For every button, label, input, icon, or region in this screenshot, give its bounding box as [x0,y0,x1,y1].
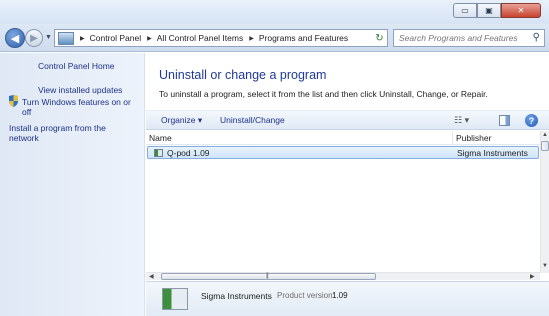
details-publisher: Sigma Instruments [201,291,272,301]
command-bar: Organize ▾ Uninstall/Change ☷ ▾ ? [146,110,549,130]
view-installed-updates-link[interactable]: View installed updates [38,85,122,95]
horizontal-scrollbar[interactable]: ◀ ||| ▶ [146,272,540,280]
program-large-icon [162,288,188,310]
list-header: Name Publisher [146,131,543,145]
details-version: 1.09 [332,291,348,300]
address-bar[interactable]: ▶ Control Panel ▶ All Control Panel Item… [54,29,388,47]
details-version-label: Product version: [277,291,335,300]
program-publisher: Sigma Instruments [457,148,528,158]
chevron-right-icon[interactable]: ▶ [147,35,152,42]
details-pane: Sigma Instruments Product version: 1.09 [146,281,549,316]
column-header-name[interactable]: Name [149,133,172,143]
forward-button[interactable]: ▶ [25,29,43,47]
column-divider[interactable] [452,131,453,145]
uninstall-change-button[interactable]: Uninstall/Change [220,115,285,125]
scroll-right-icon[interactable]: ▶ [530,273,535,280]
back-button[interactable]: ◀ [5,28,25,48]
program-name: Q-pod 1.09 [167,148,210,158]
grip-icon: ||| [266,273,269,279]
horizontal-scroll-thumb[interactable]: ||| [161,273,376,280]
breadcrumb-all-control-panel-items[interactable]: All Control Panel Items [157,33,243,43]
recent-pages-dropdown[interactable]: ▼ [45,34,52,41]
close-button[interactable]: ✕ [501,3,541,18]
preview-pane-icon[interactable] [499,115,510,126]
scroll-up-icon[interactable]: ▲ [542,132,548,138]
main-content: Uninstall or change a program To uninsta… [146,53,549,316]
breadcrumb-control-panel[interactable]: Control Panel [90,33,142,43]
maximize-button[interactable]: ▣ [477,3,501,18]
chevron-right-icon: ▶ [80,35,85,42]
program-icon [154,149,163,157]
turn-windows-features-link[interactable]: Turn Windows features on or off [22,97,140,117]
table-row[interactable]: Q-pod 1.09 Sigma Instruments [147,146,539,159]
title-bar: ▭ ▣ ✕ [0,0,549,24]
change-view-icon[interactable]: ☷ ▾ [454,115,469,126]
refresh-button[interactable]: ↻ [372,29,388,47]
control-panel-home-link[interactable]: Control Panel Home [38,61,115,71]
install-from-network-link[interactable]: Install a program from the network [9,123,127,143]
refresh-icon: ↻ [375,32,384,44]
caption-buttons: ▭ ▣ ✕ [453,3,541,18]
control-panel-icon [58,31,74,45]
organize-menu[interactable]: Organize ▾ [161,115,202,126]
page-title: Uninstall or change a program [159,68,327,82]
breadcrumb-programs-and-features[interactable]: Programs and Features [259,33,348,43]
scroll-left-icon[interactable]: ◀ [149,273,154,280]
forward-arrow-icon: ▶ [30,32,38,44]
search-icon[interactable]: ⚲ [533,32,540,43]
vertical-scrollbar[interactable]: ▲ ▼ [540,131,549,273]
scroll-down-icon[interactable]: ▼ [542,263,548,269]
chevron-right-icon[interactable]: ▶ [249,35,254,42]
help-icon[interactable]: ? [525,114,538,127]
uac-shield-icon [9,95,18,107]
search-input[interactable] [399,33,524,43]
back-arrow-icon: ◀ [10,32,20,45]
page-description: To uninstall a program, select it from t… [159,89,488,99]
left-task-pane: Control Panel Home View installed update… [0,53,145,316]
minimize-button[interactable]: ▭ [453,3,477,18]
search-box[interactable]: ⚲ [393,29,545,47]
navigation-bar: ◀ ▶ ▼ ▶ Control Panel ▶ All Control Pane… [0,24,549,52]
column-header-publisher[interactable]: Publisher [456,133,491,143]
vertical-scroll-thumb[interactable] [541,141,549,151]
